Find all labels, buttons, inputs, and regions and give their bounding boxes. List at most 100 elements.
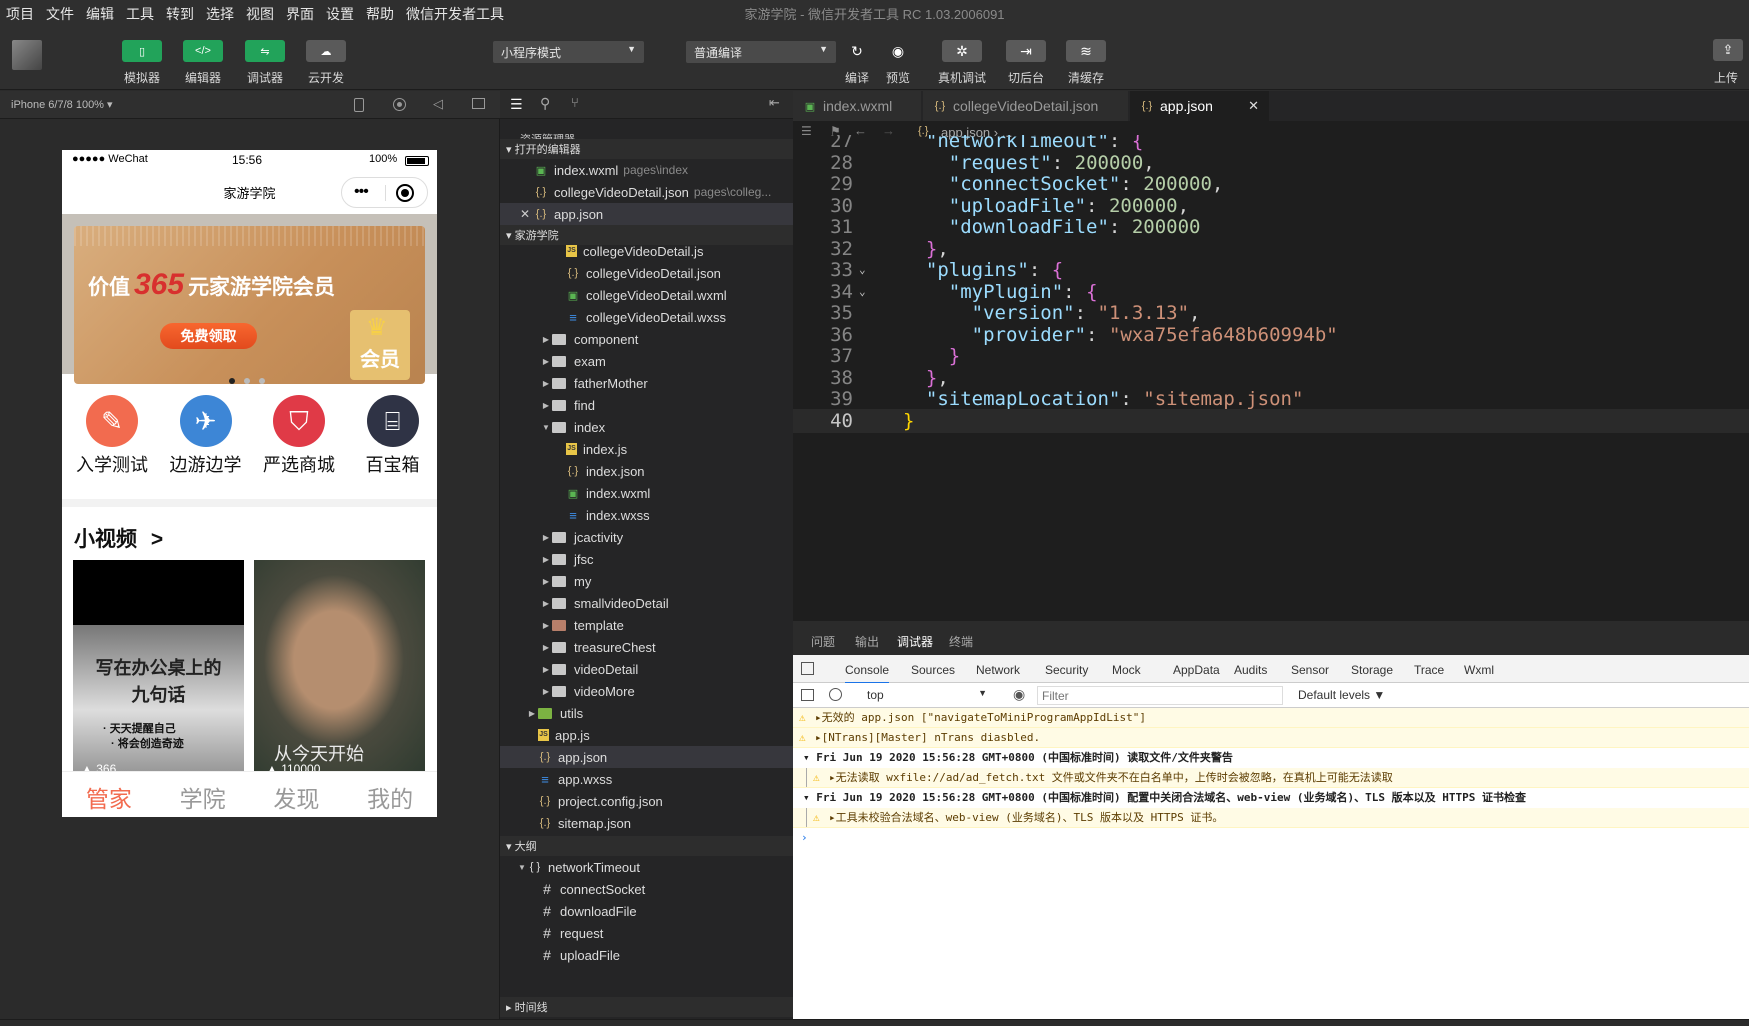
tree-item[interactable]: ≡ index.wxss bbox=[500, 504, 793, 526]
menu-item[interactable]: 设置 bbox=[320, 4, 360, 24]
tree-item[interactable]: ▣ index.wxml bbox=[500, 482, 793, 504]
tree-item[interactable]: JS collegeVideoDetail.js bbox=[500, 240, 793, 262]
tree-item[interactable]: ≡ collegeVideoDetail.wxss bbox=[500, 306, 793, 328]
editor-tab[interactable]: ▣ index.wxml bbox=[793, 91, 922, 121]
code-area[interactable]: 27 "networkTimeout": {28 "request": 2000… bbox=[793, 135, 1749, 621]
upload-button[interactable]: ⇪ bbox=[1713, 39, 1743, 61]
sidebar-toggle-icon[interactable] bbox=[801, 689, 814, 701]
cloud-button[interactable]: ☁ bbox=[306, 40, 346, 62]
menu-item[interactable]: 帮助 bbox=[360, 4, 400, 24]
volume-icon[interactable]: ◁ bbox=[433, 96, 443, 112]
menu-item[interactable]: 文件 bbox=[40, 4, 80, 24]
tree-item[interactable]: ▶ smallvideoDetail bbox=[500, 592, 793, 614]
fold-chevron-icon[interactable]: ⌄ bbox=[859, 258, 866, 282]
collapse-panel-icon[interactable]: ⇤ bbox=[769, 95, 780, 111]
devtools-top-tab[interactable]: 问题 bbox=[811, 633, 835, 650]
device-select[interactable]: iPhone 6/7/8 100% ▾ bbox=[11, 98, 113, 111]
tree-item[interactable]: ▶ utils bbox=[500, 702, 793, 724]
capsule-button[interactable]: ••• bbox=[341, 177, 428, 208]
tree-item[interactable]: JS app.js bbox=[500, 724, 793, 746]
chevron-right-icon[interactable]: ▶ bbox=[540, 665, 552, 674]
clear-console-icon[interactable] bbox=[829, 688, 842, 701]
chevron-right-icon[interactable]: ▶ bbox=[540, 357, 552, 366]
list-icon[interactable]: ☰ bbox=[510, 96, 523, 113]
switch-button[interactable]: ⇥ bbox=[1006, 40, 1046, 62]
more-icon[interactable]: ••• bbox=[354, 183, 369, 201]
outline-item[interactable]: # connectSocket bbox=[500, 878, 793, 900]
video-card-1[interactable]: 写在办公桌上的 九句话 · 天天提醒自己 · 将会创造奇迹 ▲ 366 bbox=[73, 560, 244, 771]
menu-item[interactable]: 工具 bbox=[120, 4, 160, 24]
mode-select[interactable]: 小程序模式 ▼ bbox=[493, 41, 644, 63]
record-icon[interactable] bbox=[393, 98, 406, 111]
devtools-tab-console[interactable]: Console bbox=[845, 663, 890, 684]
chevron-down-icon[interactable]: ▼ bbox=[540, 423, 552, 432]
tree-item[interactable]: {.} index.json bbox=[500, 460, 793, 482]
category-1[interactable]: ✈ 边游边学 bbox=[166, 390, 246, 480]
editor-tab[interactable]: {.} collegeVideoDetail.json bbox=[923, 91, 1129, 121]
menu-item[interactable]: 转到 bbox=[160, 4, 200, 24]
chevron-right-icon[interactable]: ▶ bbox=[540, 599, 552, 608]
chevron-right-icon[interactable]: ▶ bbox=[540, 533, 552, 542]
menu-item[interactable]: 界面 bbox=[280, 4, 320, 24]
video-card-2[interactable]: 从今天开始 ▲ 110000 bbox=[254, 560, 425, 771]
chevron-right-icon[interactable]: ▶ bbox=[540, 643, 552, 652]
menu-item[interactable]: 视图 bbox=[240, 4, 280, 24]
console-filter-input[interactable] bbox=[1037, 686, 1283, 705]
code-button[interactable]: </> bbox=[183, 40, 223, 62]
timeline-header[interactable]: ▸ 时间线 bbox=[500, 997, 793, 1017]
tree-item[interactable]: ▶ jcactivity bbox=[500, 526, 793, 548]
chevron-right-icon[interactable]: ▶ bbox=[540, 621, 552, 630]
phone-outline-icon[interactable] bbox=[354, 98, 364, 112]
phone-tab-0[interactable]: 管家 bbox=[62, 780, 156, 814]
banner-card[interactable]: 价值 365 元家游学院会员 免费领取 会员 ♛ bbox=[74, 226, 425, 384]
eye-button[interactable]: ◉ bbox=[884, 40, 912, 62]
close-icon[interactable]: ✕ bbox=[520, 207, 534, 221]
open-editors-header[interactable]: ▾ 打开的编辑器 bbox=[500, 139, 793, 159]
outline-item[interactable]: # downloadFile bbox=[500, 900, 793, 922]
chevron-right-icon[interactable]: ▶ bbox=[540, 555, 552, 564]
context-select[interactable]: top ▼ bbox=[863, 686, 993, 705]
outline-header[interactable]: ▾ 大纲 bbox=[500, 836, 793, 856]
outline-item[interactable]: # request bbox=[500, 922, 793, 944]
menu-item[interactable]: 项目 bbox=[0, 4, 40, 24]
outline-item[interactable]: # uploadFile bbox=[500, 944, 793, 966]
tree-item[interactable]: ▶ jfsc bbox=[500, 548, 793, 570]
tree-item[interactable]: ▼ index bbox=[500, 416, 793, 438]
open-editor-item[interactable]: {.} collegeVideoDetail.json pages\colleg..… bbox=[500, 181, 793, 203]
phone-tab-2[interactable]: 发现 bbox=[250, 780, 344, 814]
tree-item[interactable]: ▶ template bbox=[500, 614, 793, 636]
devtools-tab-sensor[interactable]: Sensor bbox=[1291, 663, 1329, 677]
section-more-arrow[interactable]: > bbox=[151, 528, 163, 551]
tree-item[interactable]: ≡ app.wxss bbox=[500, 768, 793, 790]
devtools-tab-sources[interactable]: Sources bbox=[911, 663, 955, 677]
chevron-down-icon[interactable]: ▼ bbox=[516, 863, 528, 872]
category-3[interactable]: ⌸ 百宝箱 bbox=[353, 390, 433, 480]
devtools-tab-wxml[interactable]: Wxml bbox=[1464, 663, 1494, 677]
levels-select[interactable]: Default levels ▼ bbox=[1298, 688, 1385, 702]
menu-item[interactable]: 编辑 bbox=[80, 4, 120, 24]
tree-item[interactable]: ▶ exam bbox=[500, 350, 793, 372]
phone-tab-3[interactable]: 我的 bbox=[343, 780, 437, 814]
chevron-right-icon[interactable]: ▶ bbox=[540, 577, 552, 586]
devtools-tab-network[interactable]: Network bbox=[976, 663, 1020, 677]
tree-item[interactable]: ▶ my bbox=[500, 570, 793, 592]
avatar[interactable] bbox=[12, 40, 42, 70]
eye-icon[interactable]: ◉ bbox=[1013, 686, 1025, 703]
tree-item[interactable]: ▶ fatherMother bbox=[500, 372, 793, 394]
devtools-tab-trace[interactable]: Trace bbox=[1414, 663, 1444, 677]
close-icon[interactable]: ✕ bbox=[1248, 98, 1259, 114]
layers-button[interactable]: ≋ bbox=[1066, 40, 1106, 62]
phone-button[interactable]: ▯ bbox=[122, 40, 162, 62]
devtools-tab-appdata[interactable]: AppData bbox=[1173, 663, 1220, 677]
devtools-tab-storage[interactable]: Storage bbox=[1351, 663, 1393, 677]
editor-tab[interactable]: {.} app.json ✕ bbox=[1130, 91, 1270, 121]
chevron-right-icon[interactable]: ▶ bbox=[540, 335, 552, 344]
tree-item[interactable]: ▶ find bbox=[500, 394, 793, 416]
devtools-top-tab[interactable]: 输出 bbox=[855, 633, 879, 650]
tree-item[interactable]: JS index.js bbox=[500, 438, 793, 460]
open-editor-item[interactable]: ✕ {.} app.json bbox=[500, 203, 793, 225]
banner-claim-button[interactable]: 免费领取 bbox=[160, 323, 257, 349]
compile-select[interactable]: 普通编译 ▼ bbox=[686, 41, 836, 63]
debug-button[interactable]: ⇋ bbox=[245, 40, 285, 62]
tree-item[interactable]: ▶ component bbox=[500, 328, 793, 350]
